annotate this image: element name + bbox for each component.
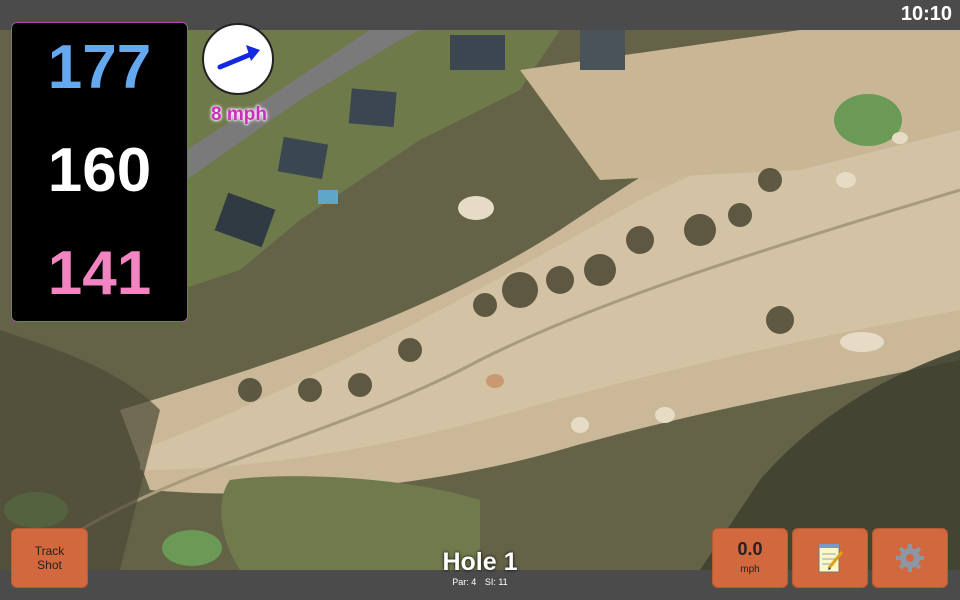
- clock: 10:10: [900, 3, 952, 25]
- hole-par: Par: 4: [452, 577, 477, 587]
- arrow-icon: [217, 45, 260, 70]
- hole-details: Par: 4 SI: 11: [380, 577, 580, 587]
- track-shot-button[interactable]: Track Shot: [11, 528, 88, 588]
- wind-compass: [202, 23, 274, 95]
- distance-middle: 160: [47, 136, 152, 205]
- speed-button[interactable]: 0.0 mph: [712, 528, 788, 588]
- distance-front: 141: [47, 239, 152, 308]
- notes-button[interactable]: [792, 528, 868, 588]
- speed-unit: mph: [740, 564, 760, 575]
- speed-value: 0.0: [737, 539, 763, 559]
- gear-icon: [896, 544, 924, 572]
- hole-info: Hole 1 Par: 4 SI: 11: [380, 548, 580, 588]
- hole-title: Hole 1: [442, 548, 518, 576]
- distance-panel: 177 160 141: [11, 22, 188, 322]
- hole-stroke-index: SI: 11: [484, 577, 508, 587]
- wind-speed: 8 mph: [211, 104, 267, 125]
- track-shot-label-line1: Track: [34, 543, 65, 558]
- settings-button[interactable]: [872, 528, 948, 588]
- notepad-icon: [818, 544, 844, 573]
- distance-back: 177: [47, 33, 152, 102]
- track-shot-label-line2: Shot: [37, 558, 62, 572]
